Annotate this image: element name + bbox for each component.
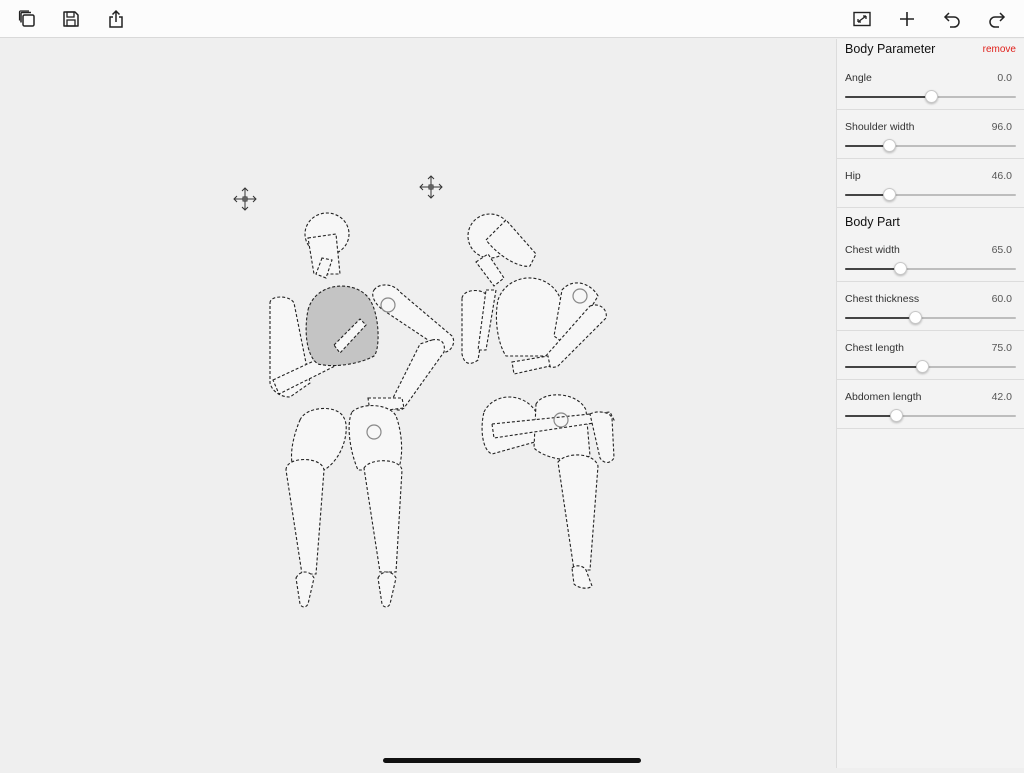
fit-screen-button[interactable]: [850, 7, 874, 31]
param-label: Hip: [845, 170, 861, 182]
hip-slider[interactable]: [845, 188, 1016, 201]
param-label: Chest thickness: [845, 293, 920, 305]
param-value: 75.0: [991, 342, 1012, 354]
param-row-chest-width: Chest width 65.0: [837, 233, 1024, 282]
slider-fill: [845, 415, 897, 417]
mannequin-side[interactable]: [461, 213, 615, 589]
slider-fill: [845, 268, 900, 270]
share-icon: [109, 9, 123, 28]
redo-icon: [989, 12, 1006, 28]
angle-slider[interactable]: [845, 90, 1016, 103]
fit-screen-icon: [853, 11, 871, 27]
top-toolbar: [0, 0, 1024, 38]
slider-thumb[interactable]: [893, 262, 907, 275]
save-icon: [63, 11, 79, 27]
body-part-title: Body Part: [845, 215, 900, 229]
body-parameter-title: Body Parameter: [845, 42, 936, 56]
shoulder-width-slider[interactable]: [845, 139, 1016, 152]
abdomen-length-slider[interactable]: [845, 409, 1016, 422]
save-button[interactable]: [59, 7, 83, 31]
param-row-chest-length: Chest length 75.0: [837, 331, 1024, 380]
duplicate-button[interactable]: [15, 7, 39, 31]
param-row-shoulder-width: Shoulder width 96.0: [837, 110, 1024, 159]
param-value: 96.0: [991, 121, 1012, 133]
remove-button[interactable]: remove: [983, 44, 1016, 55]
move-handle-icon[interactable]: [233, 187, 257, 211]
chest-length-slider[interactable]: [845, 360, 1016, 373]
add-button[interactable]: [895, 7, 919, 31]
param-label: Abdomen length: [845, 391, 922, 403]
param-row-chest-thickness: Chest thickness 60.0: [837, 282, 1024, 331]
slider-thumb[interactable]: [924, 90, 938, 103]
param-value: 60.0: [991, 293, 1012, 305]
properties-panel: Body Parameter remove Angle 0.0 Shoulder w…: [836, 39, 1024, 768]
drawing-canvas[interactable]: .p { fill: #f7f7f7; stroke: #222; stroke…: [0, 39, 836, 768]
param-label: Angle: [845, 72, 872, 84]
param-value: 65.0: [991, 244, 1012, 256]
mannequin-figures: .p { fill: #f7f7f7; stroke: #222; stroke…: [233, 175, 615, 608]
slider-thumb[interactable]: [890, 409, 904, 422]
slider-thumb[interactable]: [883, 139, 897, 152]
slider-thumb[interactable]: [909, 311, 923, 324]
share-button[interactable]: [104, 7, 128, 31]
home-indicator: [383, 758, 641, 763]
body-parameter-header: Body Parameter remove: [837, 39, 1024, 61]
undo-icon: [943, 12, 960, 28]
param-label: Chest length: [845, 342, 904, 354]
param-value: 42.0: [991, 391, 1012, 403]
slider-fill: [845, 96, 931, 98]
plus-icon: [900, 12, 914, 26]
move-handle-icon[interactable]: [419, 175, 443, 199]
param-row-abdomen-length: Abdomen length 42.0: [837, 380, 1024, 429]
slider-fill: [845, 317, 916, 319]
param-label: Shoulder width: [845, 121, 915, 133]
param-row-angle: Angle 0.0: [837, 61, 1024, 110]
param-value: 0.0: [997, 72, 1012, 84]
slider-fill: [845, 366, 922, 368]
param-value: 46.0: [991, 170, 1012, 182]
redo-button[interactable]: [985, 7, 1009, 31]
chest-width-slider[interactable]: [845, 262, 1016, 275]
body-part-header: Body Part: [837, 208, 1024, 233]
chest-thickness-slider[interactable]: [845, 311, 1016, 324]
duplicate-icon: [18, 10, 35, 27]
undo-button[interactable]: [940, 7, 964, 31]
param-row-hip: Hip 46.0: [837, 159, 1024, 208]
param-label: Chest width: [845, 244, 900, 256]
slider-thumb[interactable]: [915, 360, 929, 373]
mannequin-front[interactable]: [269, 212, 455, 608]
slider-thumb[interactable]: [883, 188, 897, 201]
